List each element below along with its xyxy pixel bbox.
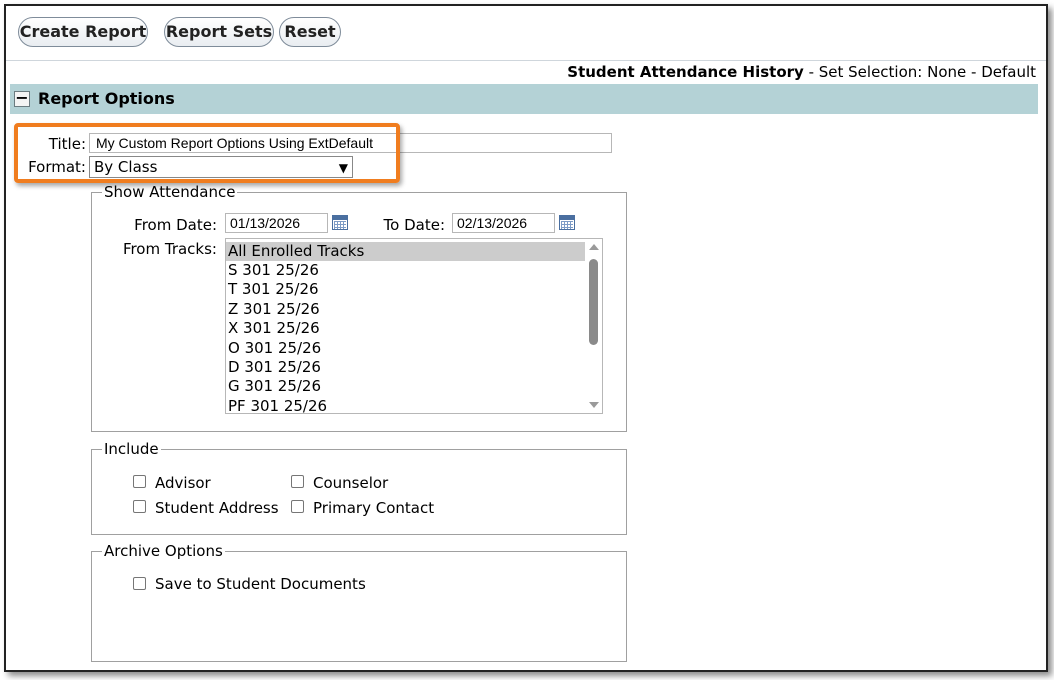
format-select[interactable]: By Class ▼: [89, 156, 353, 178]
calendar-icon[interactable]: [559, 215, 575, 230]
report-heading: Student Attendance History - Set Selecti…: [567, 63, 1036, 81]
to-date-label: To Date:: [383, 216, 445, 234]
tracks-listbox[interactable]: All Enrolled Tracks S 301 25/26 T 301 25…: [225, 238, 603, 414]
scroll-up-icon[interactable]: [589, 244, 599, 250]
from-tracks-label: From Tracks:: [122, 240, 217, 258]
from-date-input[interactable]: 01/13/2026: [225, 213, 328, 233]
report-name: Student Attendance History: [567, 63, 804, 81]
set-selection: - Set Selection: None - Default: [803, 63, 1036, 81]
list-item[interactable]: S 301 25/26: [226, 261, 585, 280]
chevron-down-icon: ▼: [338, 161, 348, 175]
report-options-header[interactable]: − Report Options: [10, 84, 1038, 114]
scrollbar-thumb[interactable]: [589, 259, 598, 345]
toolbar-divider: [6, 60, 1046, 61]
list-item[interactable]: X 301 25/26: [226, 319, 585, 338]
advisor-checkbox[interactable]: [133, 475, 146, 488]
to-date-input[interactable]: 02/13/2026: [452, 213, 555, 233]
list-item[interactable]: T 301 25/26: [226, 280, 585, 299]
title-input[interactable]: My Custom Report Options Using ExtDefaul…: [89, 133, 612, 153]
create-report-button[interactable]: Create Report: [18, 17, 148, 47]
list-item[interactable]: D 301 25/26: [226, 358, 585, 377]
save-to-documents-checkbox[interactable]: [133, 577, 146, 590]
primary-contact-label: Primary Contact: [313, 499, 435, 517]
list-item[interactable]: G 301 25/26: [226, 377, 585, 396]
show-attendance-legend: Show Attendance: [104, 183, 236, 201]
advisor-label: Advisor: [155, 474, 211, 492]
list-item[interactable]: PF 301 25/26: [226, 397, 585, 413]
calendar-icon[interactable]: [332, 215, 348, 230]
title-label: Title:: [48, 135, 86, 153]
format-label: Format:: [28, 158, 86, 176]
list-item[interactable]: All Enrolled Tracks: [226, 242, 585, 261]
collapse-toggle-icon[interactable]: −: [14, 90, 30, 107]
save-to-documents-label: Save to Student Documents: [155, 575, 366, 593]
primary-contact-checkbox[interactable]: [291, 500, 304, 513]
scroll-down-icon[interactable]: [589, 402, 599, 408]
report-sets-button[interactable]: Report Sets: [164, 17, 274, 47]
student-address-label: Student Address: [155, 499, 279, 517]
counselor-label: Counselor: [313, 474, 389, 492]
archive-options-legend: Archive Options: [104, 542, 223, 560]
list-item[interactable]: O 301 25/26: [226, 339, 585, 358]
include-legend: Include: [104, 440, 159, 458]
counselor-checkbox[interactable]: [291, 475, 304, 488]
format-selected-value: By Class: [94, 158, 158, 176]
archive-options-group: Archive Options: [91, 542, 627, 662]
listbox-scrollbar[interactable]: [585, 239, 602, 413]
list-item[interactable]: Z 301 25/26: [226, 300, 585, 319]
from-date-label: From Date:: [134, 216, 217, 234]
reset-button[interactable]: Reset: [279, 17, 341, 47]
student-address-checkbox[interactable]: [133, 500, 146, 513]
section-title: Report Options: [38, 89, 175, 108]
report-window: Create Report Report Sets Reset Student …: [4, 4, 1048, 672]
